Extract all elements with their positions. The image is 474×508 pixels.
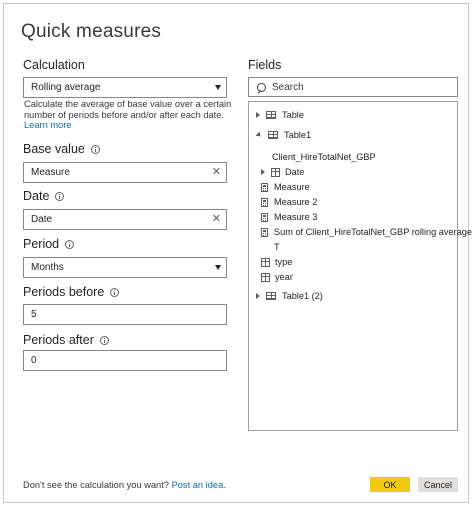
chevron-right-icon[interactable] bbox=[256, 112, 260, 118]
period-dropdown[interactable]: Months bbox=[23, 257, 227, 278]
fields-label: Fields bbox=[248, 58, 282, 72]
fields-list: Table Table1 Client_HireTotalNet_GBP Dat… bbox=[248, 101, 472, 431]
close-icon[interactable]: ✕ bbox=[212, 166, 221, 179]
date-label: Date bbox=[23, 189, 65, 203]
periods-before-text: 5 bbox=[31, 309, 37, 320]
field-measure-3[interactable]: Measure 3 bbox=[261, 212, 317, 222]
periods-before-field[interactable]: 5 bbox=[23, 304, 227, 325]
base-value-label-text: Base value bbox=[23, 142, 85, 156]
date-field[interactable]: Date ✕ bbox=[23, 209, 227, 230]
chevron-down-icon bbox=[215, 85, 221, 90]
period-label-text: Period bbox=[23, 237, 60, 251]
column-icon bbox=[261, 272, 270, 282]
date-text: Date bbox=[31, 214, 53, 225]
description-text: Calculate the average of base value over… bbox=[24, 99, 232, 120]
chevron-down-icon bbox=[215, 265, 221, 270]
field-date[interactable]: Date bbox=[261, 167, 304, 177]
calculation-dropdown[interactable]: Rolling average bbox=[23, 77, 227, 98]
field-label: Table1 (2) bbox=[282, 291, 323, 301]
field-table-table1-2[interactable]: Table1 (2) bbox=[256, 291, 323, 301]
post-idea-link[interactable]: Post an idea. bbox=[172, 480, 226, 490]
field-label: Client_HireTotalNet_GBP bbox=[272, 152, 376, 162]
chevron-down-icon[interactable] bbox=[255, 131, 263, 139]
search-input[interactable]: Search bbox=[248, 77, 458, 97]
periods-after-field[interactable]: 0 bbox=[23, 350, 227, 371]
chevron-right-icon[interactable] bbox=[261, 169, 265, 175]
info-icon[interactable] bbox=[55, 191, 65, 201]
field-measure[interactable]: Measure bbox=[261, 182, 310, 192]
quick-measures-dialog: Quick measures Calculation Rolling avera… bbox=[3, 3, 472, 503]
calculation-description: Calculate the average of base value over… bbox=[24, 99, 234, 131]
periods-before-label-text: Periods before bbox=[23, 285, 105, 299]
table-icon bbox=[266, 111, 276, 119]
field-label: Sum of Client_HireTotalNet_GBP rolling a… bbox=[274, 227, 472, 237]
info-icon[interactable] bbox=[110, 287, 120, 297]
field-label: type bbox=[275, 257, 293, 267]
info-icon[interactable] bbox=[90, 144, 100, 154]
period-value: Months bbox=[31, 262, 64, 273]
calculation-value: Rolling average bbox=[31, 82, 101, 93]
field-year[interactable]: year bbox=[261, 272, 293, 282]
close-icon[interactable]: ✕ bbox=[212, 213, 221, 226]
calculator-icon bbox=[261, 182, 268, 192]
dialog-title: Quick measures bbox=[21, 21, 162, 42]
periods-after-text: 0 bbox=[31, 355, 37, 366]
footer-prompt: Don't see the calculation you want? Post… bbox=[23, 480, 226, 490]
field-table-table1[interactable]: Table1 bbox=[255, 130, 312, 140]
date-label-text: Date bbox=[23, 189, 50, 203]
base-value-field[interactable]: Measure ✕ bbox=[23, 162, 227, 183]
base-value-text: Measure bbox=[31, 167, 70, 178]
field-label: Table bbox=[282, 110, 304, 120]
calculation-label: Calculation bbox=[23, 58, 85, 72]
learn-more-link[interactable]: Learn more bbox=[24, 120, 72, 130]
info-icon[interactable] bbox=[65, 239, 75, 249]
periods-after-label: Periods after bbox=[23, 333, 109, 347]
field-type[interactable]: type bbox=[261, 257, 292, 267]
table-icon bbox=[266, 292, 276, 300]
calculator-icon bbox=[261, 227, 268, 237]
periods-before-label: Periods before bbox=[23, 285, 120, 299]
column-icon bbox=[261, 257, 270, 267]
info-icon[interactable] bbox=[99, 335, 109, 345]
period-label: Period bbox=[23, 237, 75, 251]
field-rolling-average[interactable]: Sum of Client_HireTotalNet_GBP rolling a… bbox=[261, 227, 472, 237]
field-client-hiretotalnet[interactable]: Client_HireTotalNet_GBP bbox=[272, 152, 376, 162]
field-table-table[interactable]: Table bbox=[256, 110, 304, 120]
cancel-button[interactable]: Cancel bbox=[418, 477, 458, 492]
ok-button[interactable]: OK bbox=[370, 477, 410, 492]
field-label: Table1 bbox=[284, 130, 312, 140]
search-placeholder: Search bbox=[272, 81, 304, 93]
field-label: T bbox=[274, 242, 280, 252]
field-t[interactable]: T bbox=[274, 242, 280, 252]
calculator-icon bbox=[261, 197, 268, 207]
field-label: Measure 3 bbox=[274, 212, 318, 222]
field-label: year bbox=[275, 272, 293, 282]
calculator-icon bbox=[261, 212, 268, 222]
footer-prompt-text: Don't see the calculation you want? bbox=[23, 480, 169, 490]
field-label: Measure bbox=[274, 182, 310, 192]
periods-after-label-text: Periods after bbox=[23, 333, 94, 347]
calendar-icon bbox=[271, 167, 280, 177]
chevron-right-icon[interactable] bbox=[256, 293, 260, 299]
search-icon bbox=[257, 82, 266, 92]
field-label: Date bbox=[285, 167, 305, 177]
table-icon bbox=[268, 131, 278, 139]
field-label: Measure 2 bbox=[274, 197, 318, 207]
base-value-label: Base value bbox=[23, 142, 100, 156]
field-measure-2[interactable]: Measure 2 bbox=[261, 197, 317, 207]
